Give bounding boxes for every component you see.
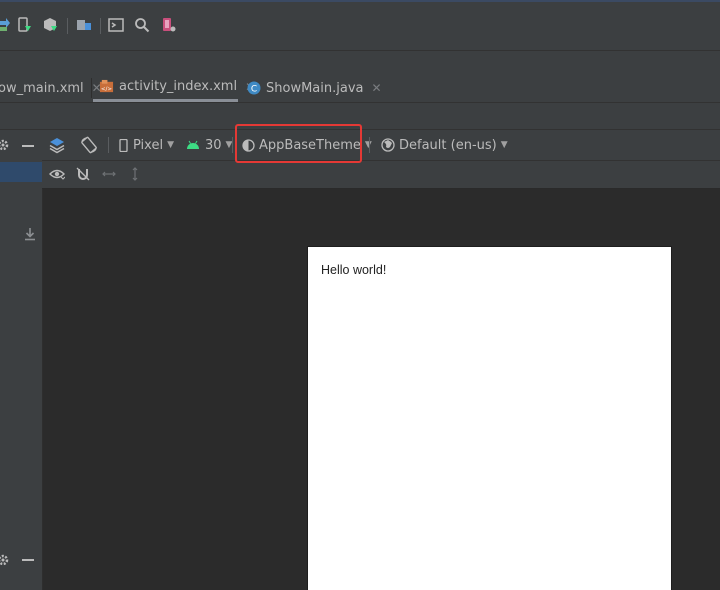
device-manager-icon[interactable] bbox=[159, 16, 177, 34]
svg-text:</>: </> bbox=[101, 86, 113, 92]
xml-layout-file-icon: </> bbox=[99, 79, 114, 94]
tab-label: ow_main.xml bbox=[0, 80, 84, 96]
toolbar-separator bbox=[67, 18, 68, 34]
download-icon[interactable] bbox=[24, 227, 36, 245]
toolbar-separator bbox=[369, 137, 370, 153]
globe-icon bbox=[381, 138, 395, 152]
locale-label: Default (en-us) bbox=[399, 137, 497, 153]
orientation-icon[interactable] bbox=[80, 136, 98, 158]
magnet-icon[interactable] bbox=[76, 167, 90, 185]
view-options-bar bbox=[42, 161, 720, 189]
tab-label: ShowMain.java bbox=[266, 80, 364, 96]
theme-highlight-box bbox=[235, 124, 362, 163]
phone-icon bbox=[119, 138, 128, 152]
design-toolbar: Pixel ▼ 30 ▼ AppBaseTheme ▼ Default (en-… bbox=[42, 130, 720, 161]
chevron-down-icon: ▼ bbox=[167, 140, 174, 150]
project-structure-icon[interactable] bbox=[75, 16, 93, 34]
android-icon bbox=[186, 140, 200, 150]
horizontal-resize-icon[interactable] bbox=[102, 167, 116, 185]
minimize-icon[interactable] bbox=[22, 145, 34, 147]
layers-icon[interactable] bbox=[48, 136, 66, 158]
sync-gradle-icon[interactable] bbox=[0, 16, 12, 34]
device-label: Pixel bbox=[133, 137, 164, 153]
terminal-icon[interactable] bbox=[107, 16, 125, 34]
gear-icon[interactable] bbox=[0, 553, 10, 571]
tab-activity-index-xml[interactable]: </> activity_index.xml ✕ bbox=[93, 74, 255, 102]
eye-icon[interactable] bbox=[49, 167, 66, 185]
hello-world-textview[interactable]: Hello world! bbox=[321, 263, 386, 277]
tab-show-main-java[interactable]: C ShowMain.java ✕ bbox=[247, 74, 382, 102]
search-icon[interactable] bbox=[133, 16, 151, 34]
toolbar-separator bbox=[108, 137, 109, 153]
editor-tabs: ow_main.xml ✕ </> activity_index.xml ✕ C… bbox=[0, 74, 720, 103]
navigation-bar bbox=[0, 51, 720, 74]
java-class-icon: C bbox=[247, 81, 261, 95]
toolbar-separator bbox=[232, 137, 233, 153]
api-level-label: 30 bbox=[205, 137, 222, 153]
toolbar-separator bbox=[100, 18, 101, 34]
minimize-icon[interactable] bbox=[22, 559, 34, 561]
palette-selected-item[interactable] bbox=[0, 162, 42, 182]
chevron-down-icon: ▼ bbox=[500, 140, 508, 150]
gear-icon[interactable] bbox=[0, 138, 10, 156]
device-preview-screen[interactable]: Hello world! bbox=[307, 246, 672, 590]
palette-panel bbox=[0, 130, 43, 590]
svg-text:C: C bbox=[251, 85, 257, 95]
close-icon[interactable]: ✕ bbox=[371, 81, 381, 95]
api-level-dropdown[interactable]: 30 ▼ bbox=[186, 130, 232, 160]
tab-divider bbox=[91, 78, 92, 98]
tab-label: activity_index.xml bbox=[119, 79, 238, 94]
device-dropdown[interactable]: Pixel ▼ bbox=[119, 130, 174, 160]
locale-dropdown[interactable]: Default (en-us) ▼ bbox=[381, 130, 508, 160]
main-toolbar bbox=[0, 2, 720, 51]
tab-show-main-xml[interactable]: ow_main.xml ✕ bbox=[0, 74, 102, 102]
device-file-explorer-icon[interactable] bbox=[15, 16, 33, 34]
vertical-resize-icon[interactable] bbox=[128, 167, 142, 185]
sdk-manager-icon[interactable] bbox=[41, 16, 59, 34]
